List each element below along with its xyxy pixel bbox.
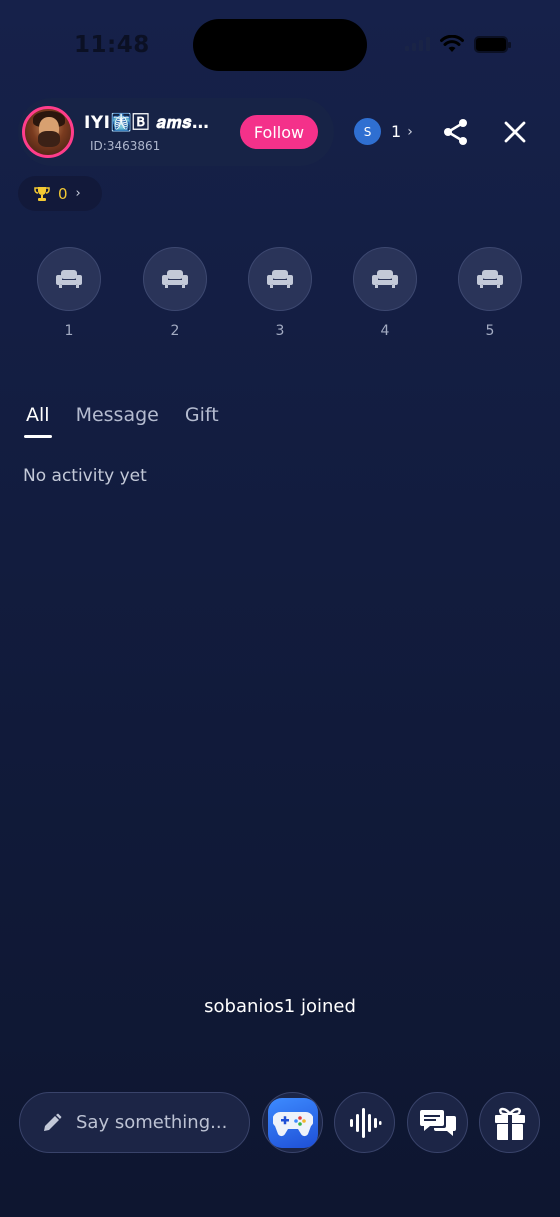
chat-input-placeholder: Say something... bbox=[76, 1112, 228, 1133]
seat-number: 4 bbox=[380, 323, 390, 339]
status-time: 11:48 bbox=[74, 32, 150, 58]
chevron-right-icon: › bbox=[75, 186, 81, 201]
share-icon[interactable] bbox=[442, 118, 470, 146]
viewer-count: 1 bbox=[391, 122, 402, 141]
chat-input[interactable]: Say something... bbox=[19, 1092, 250, 1153]
tab-message[interactable]: Message bbox=[76, 404, 159, 426]
host-name: IYI🩻🄱 𝒂𝒎𝒔𝒊... bbox=[84, 113, 214, 133]
seat-5[interactable]: 5 bbox=[458, 247, 522, 339]
pencil-icon bbox=[44, 1113, 62, 1131]
seat-slot[interactable] bbox=[248, 247, 312, 311]
viewer-avatar: S bbox=[354, 118, 381, 145]
join-notification: sobanios1 joined bbox=[204, 996, 356, 1017]
seat-number: 1 bbox=[64, 323, 74, 339]
battery-icon bbox=[474, 35, 511, 53]
host-info-card[interactable]: IYI🩻🄱 𝒂𝒎𝒔𝒊... ID:3463861 Follow bbox=[18, 98, 334, 166]
host-avatar[interactable] bbox=[22, 106, 74, 158]
host-id: ID:3463861 bbox=[90, 139, 161, 153]
seat-number: 3 bbox=[275, 323, 285, 339]
seat-2[interactable]: 2 bbox=[143, 247, 207, 339]
trophy-ranking-button[interactable]: 0 › bbox=[18, 176, 102, 211]
activity-tabs: All Message Gift bbox=[24, 404, 219, 438]
sofa-icon bbox=[372, 270, 398, 288]
bottom-action-bar: Say something... bbox=[0, 1092, 560, 1154]
dynamic-island bbox=[193, 19, 367, 71]
game-button[interactable] bbox=[262, 1092, 323, 1153]
seat-4[interactable]: 4 bbox=[353, 247, 417, 339]
seat-number: 5 bbox=[485, 323, 495, 339]
sofa-icon bbox=[477, 270, 503, 288]
close-icon[interactable] bbox=[503, 120, 527, 144]
seat-slot[interactable] bbox=[353, 247, 417, 311]
voice-button[interactable] bbox=[334, 1092, 395, 1153]
viewer-list[interactable]: S 1 › bbox=[354, 118, 413, 145]
seat-slot[interactable] bbox=[458, 247, 522, 311]
wifi-icon bbox=[440, 35, 464, 52]
chevron-right-icon: › bbox=[407, 123, 413, 140]
sofa-icon bbox=[56, 270, 82, 288]
gift-icon bbox=[494, 1107, 525, 1140]
tab-all[interactable]: All bbox=[24, 404, 52, 438]
seat-slot[interactable] bbox=[143, 247, 207, 311]
empty-activity-text: No activity yet bbox=[23, 466, 147, 486]
gift-button[interactable] bbox=[479, 1092, 540, 1153]
seat-slot[interactable] bbox=[37, 247, 101, 311]
voice-wave-icon bbox=[349, 1107, 381, 1138]
follow-button[interactable]: Follow bbox=[240, 115, 318, 149]
gamepad-icon bbox=[272, 1111, 313, 1136]
seat-1[interactable]: 1 bbox=[37, 247, 101, 339]
trophy-icon bbox=[34, 186, 50, 201]
signal-icon bbox=[405, 37, 430, 51]
seat-3[interactable]: 3 bbox=[248, 247, 312, 339]
status-icons bbox=[405, 35, 511, 53]
chat-icon bbox=[419, 1109, 456, 1136]
trophy-count: 0 bbox=[58, 184, 68, 203]
seat-number: 2 bbox=[170, 323, 180, 339]
status-bar: 11:48 bbox=[0, 0, 560, 90]
sofa-icon bbox=[267, 270, 293, 288]
tab-gift[interactable]: Gift bbox=[185, 404, 219, 426]
sofa-icon bbox=[162, 270, 188, 288]
messages-button[interactable] bbox=[407, 1092, 468, 1153]
